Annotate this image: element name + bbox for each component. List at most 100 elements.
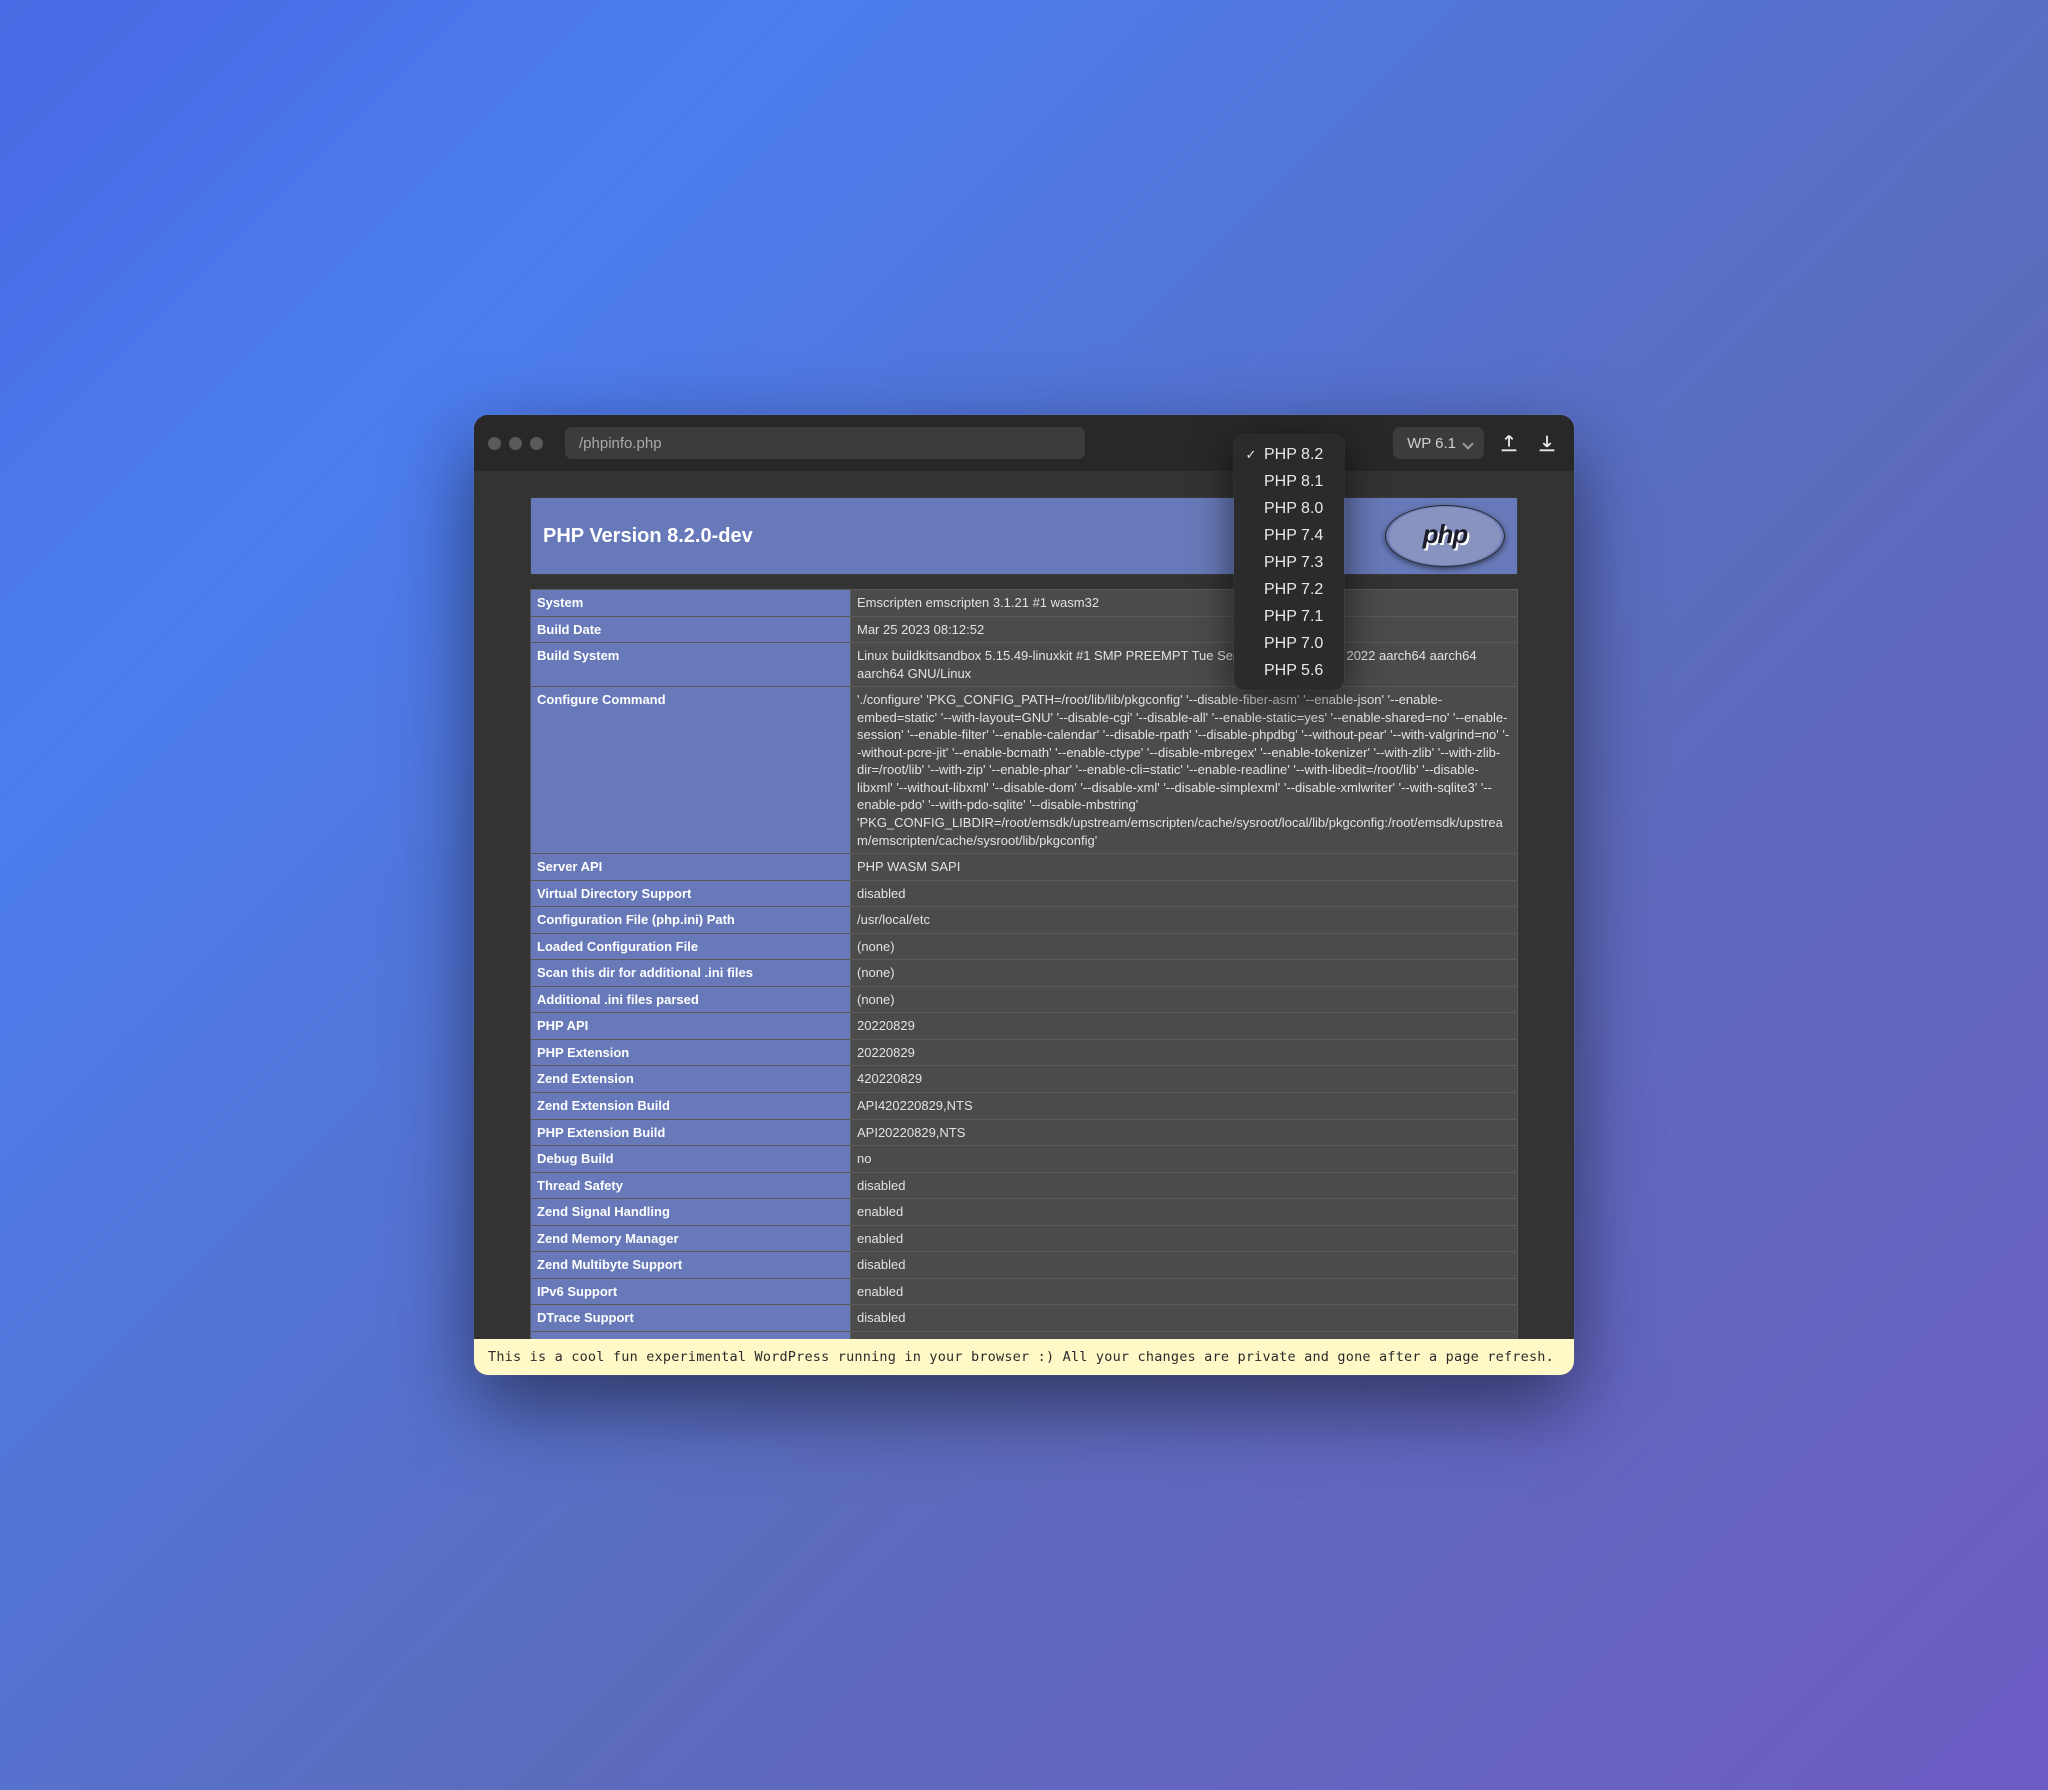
row-value: API20220829,NTS [851,1119,1518,1146]
option-label: PHP 7.2 [1264,581,1323,599]
php-version-option[interactable]: ✓PHP 8.0 [1234,495,1344,522]
table-row: Configure Command'./configure' 'PKG_CONF… [531,687,1518,854]
php-version-option[interactable]: ✓PHP 7.4 [1234,522,1344,549]
php-version-option[interactable]: ✓PHP 8.1 [1234,468,1344,495]
toolbar: /phpinfo.php PHP 8.2 WP 6.1 [474,415,1574,471]
table-row: SystemEmscripten emscripten 3.1.21 #1 wa… [531,590,1518,617]
table-row: PHP API20220829 [531,1013,1518,1040]
row-key: Additional .ini files parsed [531,986,851,1013]
row-key: DTrace Support [531,1305,851,1332]
row-key: Configuration File (php.ini) Path [531,907,851,934]
option-label: PHP 8.0 [1264,500,1323,518]
table-row: DTrace Supportdisabled [531,1305,1518,1332]
row-value: './configure' 'PKG_CONFIG_PATH=/root/lib… [851,687,1518,854]
row-value: 420220829 [851,1066,1518,1093]
table-row: PHP Extension20220829 [531,1039,1518,1066]
url-text: /phpinfo.php [579,435,662,452]
table-row: Additional .ini files parsed(none) [531,986,1518,1013]
chevron-down-icon [1464,438,1474,448]
row-key: PHP API [531,1013,851,1040]
php-version-option[interactable]: ✓PHP 7.3 [1234,549,1344,576]
row-key: Loaded Configuration File [531,933,851,960]
table-row: Zend Extension420220829 [531,1066,1518,1093]
table-row: Build DateMar 25 2023 08:12:52 [531,616,1518,643]
table-row: Server APIPHP WASM SAPI [531,854,1518,881]
option-label: PHP 8.2 [1264,446,1323,464]
row-value: disabled [851,880,1518,907]
chevron-down-icon [1361,438,1371,448]
row-value: enabled [851,1199,1518,1226]
row-value: (none) [851,933,1518,960]
window-controls [488,437,553,450]
row-value: disabled [851,1305,1518,1332]
row-key: Scan this dir for additional .ini files [531,960,851,987]
table-row: Thread Safetydisabled [531,1172,1518,1199]
php-version-option[interactable]: ✓PHP 5.6 [1234,657,1344,684]
php-version-option[interactable]: ✓PHP 7.1 [1234,603,1344,630]
upload-icon [1498,432,1520,454]
row-value: Emscripten emscripten 3.1.21 #1 wasm32 [851,590,1518,617]
option-label: PHP 7.1 [1264,608,1323,626]
url-input[interactable]: /phpinfo.php [565,427,1085,459]
php-logo: php [1385,505,1505,567]
row-key: Zend Extension [531,1066,851,1093]
row-value: disabled [851,1172,1518,1199]
php-version-option[interactable]: ✓PHP 7.2 [1234,576,1344,603]
minimize-window-dot[interactable] [509,437,522,450]
php-version-dropdown[interactable]: ✓PHP 8.2✓PHP 8.1✓PHP 8.0✓PHP 7.4✓PHP 7.3… [1234,435,1344,690]
row-value: 20220829 [851,1039,1518,1066]
info-banner: This is a cool fun experimental WordPres… [474,1339,1574,1375]
row-value: Mar 25 2023 08:12:52 [851,616,1518,643]
page-title: PHP Version 8.2.0-dev [543,525,753,548]
table-row: Virtual Directory Supportdisabled [531,880,1518,907]
option-label: PHP 7.3 [1264,554,1323,572]
table-row: IPv6 Supportenabled [531,1278,1518,1305]
option-label: PHP 7.0 [1264,635,1323,653]
row-value: API420220829,NTS [851,1093,1518,1120]
row-key: Debug Build [531,1146,851,1173]
row-key: Zend Multibyte Support [531,1252,851,1279]
row-key: Zend Signal Handling [531,1199,851,1226]
row-key: Build System [531,643,851,687]
table-row: Zend Extension BuildAPI420220829,NTS [531,1093,1518,1120]
row-key: Build Date [531,616,851,643]
row-key: PHP Extension [531,1039,851,1066]
close-window-dot[interactable] [488,437,501,450]
row-value: Linux buildkitsandbox 5.15.49-linuxkit #… [851,643,1518,687]
table-row: Registered PHP Streamscompress.zlib, php… [531,1331,1518,1339]
row-key: Zend Extension Build [531,1093,851,1120]
option-label: PHP 7.4 [1264,527,1323,545]
row-key: Configure Command [531,687,851,854]
table-row: Zend Memory Managerenabled [531,1225,1518,1252]
phpinfo-table: SystemEmscripten emscripten 3.1.21 #1 wa… [530,589,1518,1339]
wp-version-select[interactable]: WP 6.1 [1393,427,1484,459]
row-key: Zend Memory Manager [531,1225,851,1252]
wp-version-label: WP 6.1 [1407,435,1456,452]
table-row: Scan this dir for additional .ini files(… [531,960,1518,987]
row-key: IPv6 Support [531,1278,851,1305]
row-key: Virtual Directory Support [531,880,851,907]
table-row: Debug Buildno [531,1146,1518,1173]
row-value: enabled [851,1225,1518,1252]
php-version-option[interactable]: ✓PHP 8.2 [1234,441,1344,468]
download-icon [1536,432,1558,454]
table-row: Loaded Configuration File(none) [531,933,1518,960]
option-label: PHP 5.6 [1264,662,1323,680]
row-value: disabled [851,1252,1518,1279]
row-value: 20220829 [851,1013,1518,1040]
row-value: (none) [851,960,1518,987]
row-value: no [851,1146,1518,1173]
phpinfo-page[interactable]: PHP Version 8.2.0-dev php SystemEmscript… [474,471,1574,1339]
viewport: PHP Version 8.2.0-dev php SystemEmscript… [474,471,1574,1339]
app-window: /phpinfo.php PHP 8.2 WP 6.1 PHP Version … [474,415,1574,1375]
row-value: (none) [851,986,1518,1013]
row-value: enabled [851,1278,1518,1305]
php-version-option[interactable]: ✓PHP 7.0 [1234,630,1344,657]
option-label: PHP 8.1 [1264,473,1323,491]
maximize-window-dot[interactable] [530,437,543,450]
download-button[interactable] [1534,430,1560,456]
row-key: Registered PHP Streams [531,1331,851,1339]
row-key: PHP Extension Build [531,1119,851,1146]
upload-button[interactable] [1496,430,1522,456]
table-row: Build SystemLinux buildkitsandbox 5.15.4… [531,643,1518,687]
